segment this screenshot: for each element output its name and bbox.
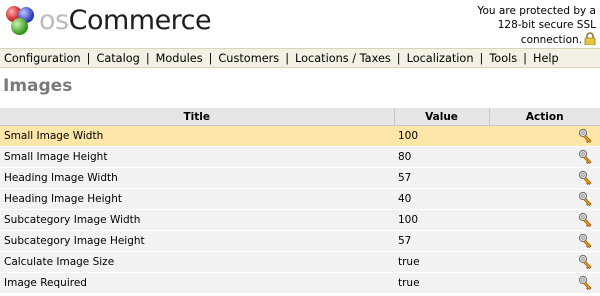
menu-item-tools[interactable]: Tools xyxy=(489,52,517,65)
brand-commerce: Commerce xyxy=(68,5,212,36)
row-title: Image Required xyxy=(0,272,394,294)
table-row[interactable]: Image Required true xyxy=(0,272,600,294)
ssl-line-2: 128-bit secure SSL xyxy=(497,19,596,31)
edit-key-icon[interactable] xyxy=(578,170,594,186)
table-header-row: Title Value Action xyxy=(0,108,600,126)
row-title: Heading Image Height xyxy=(0,188,394,210)
row-value: true xyxy=(394,251,489,273)
page-title: Images xyxy=(3,76,73,96)
edit-key-icon[interactable] xyxy=(578,191,594,207)
configuration-table: Title Value Action Small Image Width 100 S… xyxy=(0,108,600,294)
row-value: 100 xyxy=(394,125,489,147)
row-action xyxy=(489,167,600,189)
ssl-line-3: connection. xyxy=(446,32,596,47)
row-value: 57 xyxy=(394,230,489,252)
menu-item-customers[interactable]: Customers xyxy=(218,52,279,65)
table-row[interactable]: Calculate Image Size true xyxy=(0,251,600,273)
column-header-action[interactable]: Action xyxy=(489,108,600,126)
menu-item-help[interactable]: Help xyxy=(533,52,559,65)
edit-key-icon[interactable] xyxy=(578,275,594,291)
row-action xyxy=(489,125,600,147)
row-action xyxy=(489,188,600,210)
table-row[interactable]: Subcategory Image Height 57 xyxy=(0,230,600,252)
row-title: Subcategory Image Width xyxy=(0,209,394,231)
row-action xyxy=(489,209,600,231)
ssl-line-1: You are protected by a xyxy=(477,5,596,17)
edit-key-icon[interactable] xyxy=(578,149,594,165)
row-title: Small Image Height xyxy=(0,146,394,168)
table-row[interactable]: Small Image Height 80 xyxy=(0,146,600,168)
logo-balls-icon xyxy=(4,4,38,38)
menu-item-locations-taxes[interactable]: Locations / Taxes xyxy=(295,52,391,65)
menu-separator: | xyxy=(208,51,213,65)
edit-key-icon[interactable] xyxy=(578,254,594,270)
row-title: Subcategory Image Height xyxy=(0,230,394,252)
menu-separator: | xyxy=(145,51,150,65)
row-value: 100 xyxy=(394,209,489,231)
row-value: true xyxy=(394,272,489,294)
table-row[interactable]: Heading Image Width 57 xyxy=(0,167,600,189)
main-menu: Configuration | Catalog | Modules | Customers |… xyxy=(0,48,600,68)
edit-key-icon[interactable] xyxy=(578,233,594,249)
menu-separator: | xyxy=(396,51,401,65)
menu-item-localization[interactable]: Localization xyxy=(407,52,474,65)
edit-key-icon[interactable] xyxy=(578,212,594,228)
row-action xyxy=(489,272,600,294)
row-value: 80 xyxy=(394,146,489,168)
brand-name: osCommerce xyxy=(39,4,212,38)
row-title: Calculate Image Size xyxy=(0,251,394,273)
row-action xyxy=(489,251,600,273)
ssl-line-3-text: connection. xyxy=(520,34,582,46)
row-action xyxy=(489,146,600,168)
column-header-value[interactable]: Value xyxy=(394,108,490,126)
oscommerce-logo[interactable]: osCommerce xyxy=(4,4,212,38)
row-title: Small Image Width xyxy=(0,125,394,147)
ssl-notice: You are protected by a 128-bit secure SS… xyxy=(446,4,596,47)
menu-separator: | xyxy=(523,51,527,65)
menu-separator: | xyxy=(285,51,289,65)
table-row[interactable]: Subcategory Image Width 100 xyxy=(0,209,600,231)
row-title: Heading Image Width xyxy=(0,167,394,189)
header: osCommerce You are protected by a 128-bi… xyxy=(0,0,600,48)
edit-key-icon[interactable] xyxy=(578,128,594,144)
table-row[interactable]: Heading Image Height 40 xyxy=(0,188,600,210)
row-action xyxy=(489,230,600,252)
table-row[interactable]: Small Image Width 100 xyxy=(0,125,600,147)
row-value: 57 xyxy=(394,167,489,189)
menu-item-modules[interactable]: Modules xyxy=(156,52,203,65)
brand-os: os xyxy=(39,5,69,36)
row-value: 40 xyxy=(394,188,489,210)
lock-icon xyxy=(584,32,596,45)
column-header-title[interactable]: Title xyxy=(0,108,395,126)
menu-separator: | xyxy=(479,51,484,65)
menu-item-catalog[interactable]: Catalog xyxy=(96,52,139,65)
menu-item-configuration[interactable]: Configuration xyxy=(4,52,81,65)
menu-separator: | xyxy=(86,51,91,65)
